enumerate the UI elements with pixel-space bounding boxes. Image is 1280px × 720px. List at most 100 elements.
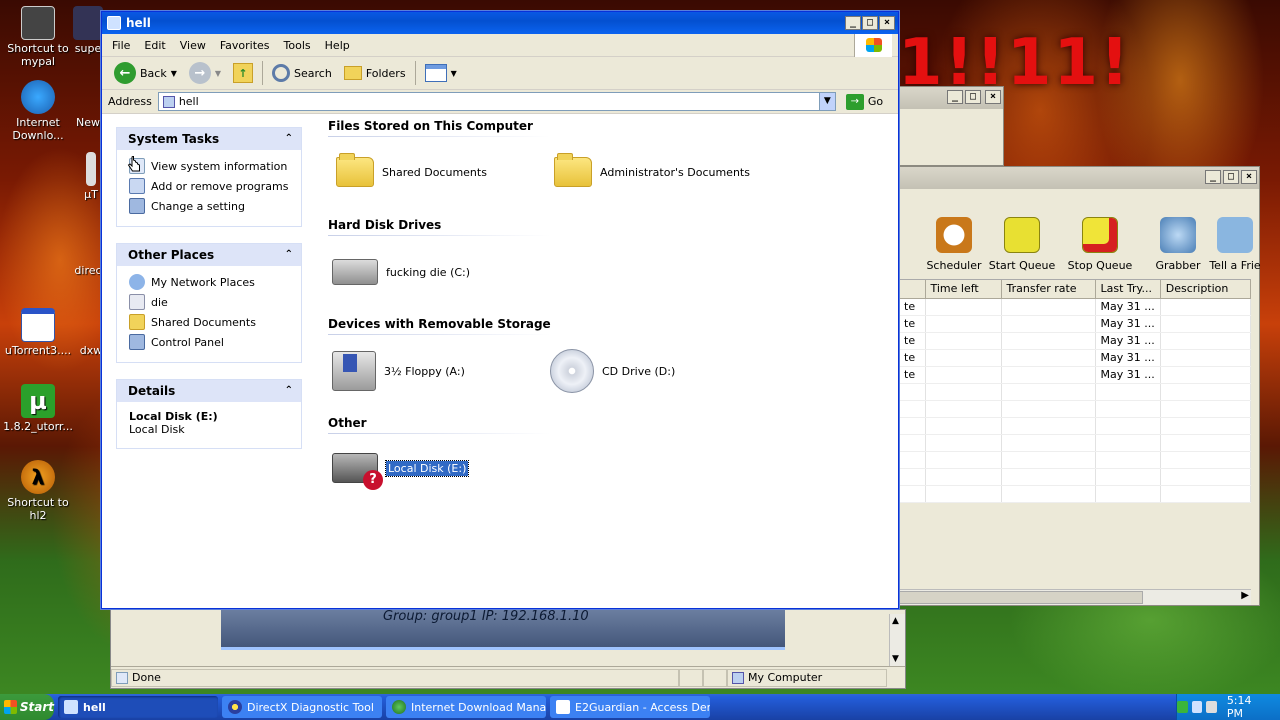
chevron-down-icon[interactable]: ▼ [171,69,177,78]
horizontal-scrollbar[interactable]: ▶ [899,589,1251,605]
address-input[interactable]: hell ▼ [157,92,836,111]
desktop-icon-mypal[interactable]: Shortcut to mypal [0,6,76,68]
vertical-scrollbar[interactable]: ▲ ▼ [889,614,905,666]
taskbar-button-idm[interactable]: Internet Download Mana... [386,696,546,718]
explorer-window[interactable]: hell _ □ × File Edit View Favorites Tool… [101,11,899,609]
table-row[interactable]: te May 31 ... [899,366,1252,384]
folders-button[interactable]: Folders [338,59,412,87]
desktop-icon-utorrent[interactable]: uTorrent3.... [0,308,76,357]
column-header-time-left[interactable]: Time left [925,280,1002,299]
forward-arrow-icon: → [188,62,211,84]
go-button[interactable]: → Go [845,93,883,110]
menu-view[interactable]: View [173,39,213,52]
menu-help[interactable]: Help [318,39,357,52]
clock[interactable]: 5:14 PM [1227,694,1266,720]
add-remove-programs-link[interactable]: Add or remove programs [129,176,291,196]
views-button[interactable]: ▼ [419,59,463,87]
idm-window[interactable]: _ □ × Scheduler Start Queue Stop Queue G… [898,166,1261,606]
my-network-places-link[interactable]: My Network Places [129,272,291,292]
minimize-button[interactable]: _ [1205,170,1221,184]
minimize-button[interactable]: _ [947,90,963,104]
column-header-transfer-rate[interactable]: Transfer rate [1001,280,1096,299]
forward-button[interactable]: → ▼ [183,59,227,87]
administrators-documents-item[interactable]: Administrator's Documents [554,153,750,187]
scheduler-button[interactable]: Scheduler [915,217,993,272]
download-list[interactable]: Time left Transfer rate Last Try... Desc… [899,279,1252,503]
taskbar-button-e2guardian[interactable]: E2Guardian - Access Den... [550,696,710,718]
column-header-last-try[interactable]: Last Try... [1095,280,1161,299]
idm-tray-icon[interactable] [1176,701,1188,713]
view-system-information-link[interactable]: View system information [129,156,291,176]
address-dropdown-icon[interactable]: ▼ [818,93,835,110]
idm-titlebar[interactable]: _ □ × [899,167,1259,189]
network-tray-icon[interactable] [1191,701,1203,713]
maximize-button[interactable]: □ [1223,170,1239,184]
chevron-down-icon[interactable]: ▼ [451,69,457,78]
menu-tools[interactable]: Tools [277,39,318,52]
app-icon [73,6,103,40]
start-queue-button[interactable]: Start Queue [983,217,1061,272]
collapse-icon[interactable]: ⌃ [285,128,293,150]
maximize-button[interactable]: □ [862,16,878,30]
background-window-titlebar[interactable]: _ □ × [899,87,1003,109]
other-places-header[interactable]: Other Places ⌃ [117,244,301,266]
column-header-description[interactable]: Description [1160,280,1252,299]
close-button[interactable]: × [879,16,895,30]
cd-drive-item[interactable]: CD Drive (D:) [550,349,675,393]
chevron-down-icon[interactable]: ▼ [215,69,221,78]
floppy-drive-item[interactable]: 3½ Floppy (A:) [332,351,465,391]
menu-edit[interactable]: Edit [137,39,172,52]
system-tasks-header[interactable]: System Tasks ⌃ [117,128,301,150]
maximize-button[interactable]: □ [965,90,981,104]
volume-tray-icon[interactable] [1206,701,1217,713]
network-icon [129,274,145,290]
desktop-icon-hl2[interactable]: λ Shortcut to hl2 [0,460,76,522]
computer-icon [162,95,175,108]
scroll-up-arrow-icon[interactable]: ▲ [892,616,899,626]
desktop-icon-utorrent-installer[interactable]: µ 1.8.2_utorr... [0,384,76,433]
taskbar-button-hell[interactable]: hell [58,696,218,718]
tell-a-friend-button[interactable]: Tell a Frie [1205,217,1265,272]
menu-favorites[interactable]: Favorites [213,39,277,52]
drive-c-item[interactable]: fucking die (C:) [332,259,470,285]
details-header[interactable]: Details ⌃ [117,380,301,402]
change-setting-link[interactable]: Change a setting [129,196,291,216]
close-button[interactable]: × [985,90,1001,104]
utorrent-icon: µ [21,384,55,418]
directx-icon [228,700,242,714]
scroll-down-arrow-icon[interactable]: ▼ [892,654,899,664]
question-icon: ? [363,470,383,490]
shared-documents-link[interactable]: Shared Documents [129,312,291,332]
menubar: File Edit View Favorites Tools Help [102,34,898,57]
taskbar-button-directx[interactable]: DirectX Diagnostic Tool [222,696,382,718]
table-row[interactable]: te May 31 ... [899,315,1252,333]
desktop-icon-idm[interactable]: Internet Downlo... [0,80,76,142]
other-places-panel: Other Places ⌃ My Network Places die Sha… [116,243,302,363]
column-header-file[interactable] [899,280,926,299]
table-row[interactable]: te May 31 ... [899,298,1252,316]
minimize-button[interactable]: _ [845,16,861,30]
shared-documents-item[interactable]: Shared Documents [336,153,487,187]
collapse-icon[interactable]: ⌃ [285,380,293,402]
close-button[interactable]: × [1241,170,1257,184]
die-link[interactable]: die [129,292,291,312]
windows-logo-icon [854,34,892,57]
scroll-right-arrow-icon[interactable]: ▶ [1241,590,1249,601]
explorer-titlebar[interactable]: hell _ □ × [102,12,898,34]
search-button[interactable]: Search [266,59,338,87]
background-window[interactable]: _ □ × [898,86,1004,166]
up-button[interactable]: ↑ [227,59,259,87]
scrollbar-thumb[interactable] [899,591,1143,604]
collapse-icon[interactable]: ⌃ [285,244,293,266]
local-disk-e-item[interactable]: ? Local Disk (E:) [332,453,470,490]
control-panel-link[interactable]: Control Panel [129,332,291,352]
table-row[interactable]: te May 31 ... [899,332,1252,350]
details-panel: Details ⌃ Local Disk (E:) Local Disk [116,379,302,449]
stop-queue-button[interactable]: Stop Queue [1061,217,1139,272]
back-button[interactable]: ← Back ▼ [108,59,183,87]
table-row[interactable]: te May 31 ... [899,349,1252,367]
menu-file[interactable]: File [102,39,137,52]
start-button[interactable]: Start [0,694,54,720]
folder-icon [554,153,592,187]
blank-icon [71,228,105,262]
